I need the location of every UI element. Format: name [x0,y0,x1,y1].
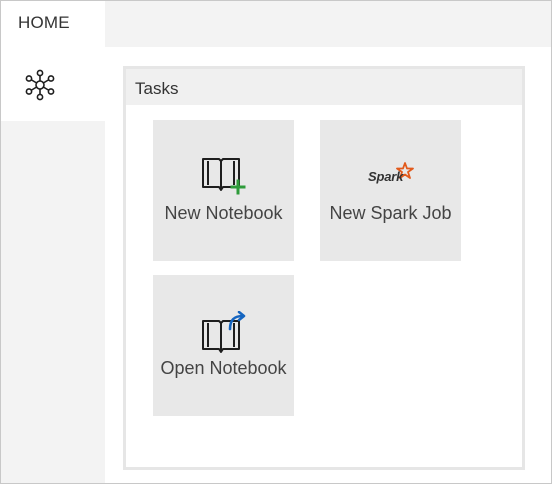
new-notebook-label: New Notebook [164,203,283,223]
spark-logo-text: Spark [368,169,404,184]
new-notebook-tile[interactable]: New Notebook [153,120,294,261]
sidebar-item-network[interactable] [1,47,105,121]
new-notebook-icon [202,158,246,195]
tab-bar: HOME [1,1,551,47]
tab-home-label: HOME [18,13,70,32]
new-spark-job-label: New Spark Job [329,203,452,223]
open-notebook-label: Open Notebook [160,358,287,378]
new-spark-job-tile[interactable]: Spark New Spark Job [320,120,461,261]
tasks-panel-title: Tasks [135,79,179,98]
open-notebook-tile[interactable]: Open Notebook [153,275,294,416]
tasks-panel-header: Tasks [126,69,522,105]
sidebar [1,47,105,483]
main-content: Tasks New Notebook Spark New Spark Job O… [105,47,551,483]
tasks-panel: Tasks New Notebook Spark New Spark Job O… [123,66,525,470]
open-notebook-icon [202,311,246,353]
window: HOME Tasks New Notebook Spark New Spark … [0,0,552,484]
network-icon [25,69,55,101]
tab-home[interactable]: HOME [1,1,105,47]
